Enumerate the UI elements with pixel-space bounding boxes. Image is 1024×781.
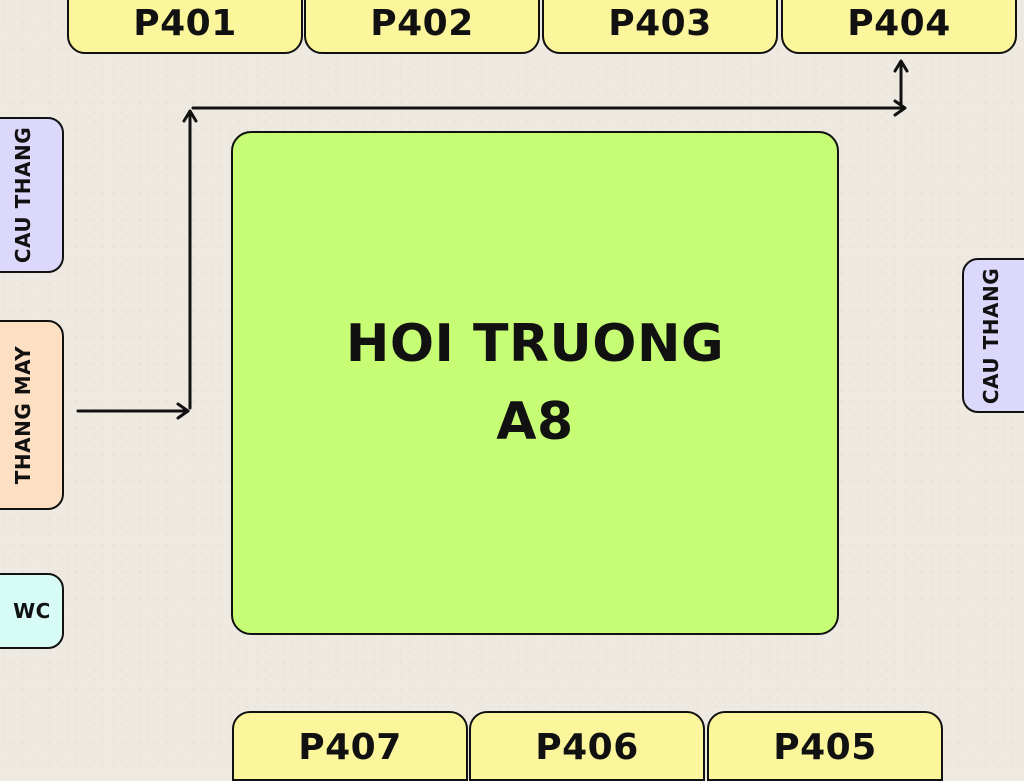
route-arrows (76, 59, 909, 420)
